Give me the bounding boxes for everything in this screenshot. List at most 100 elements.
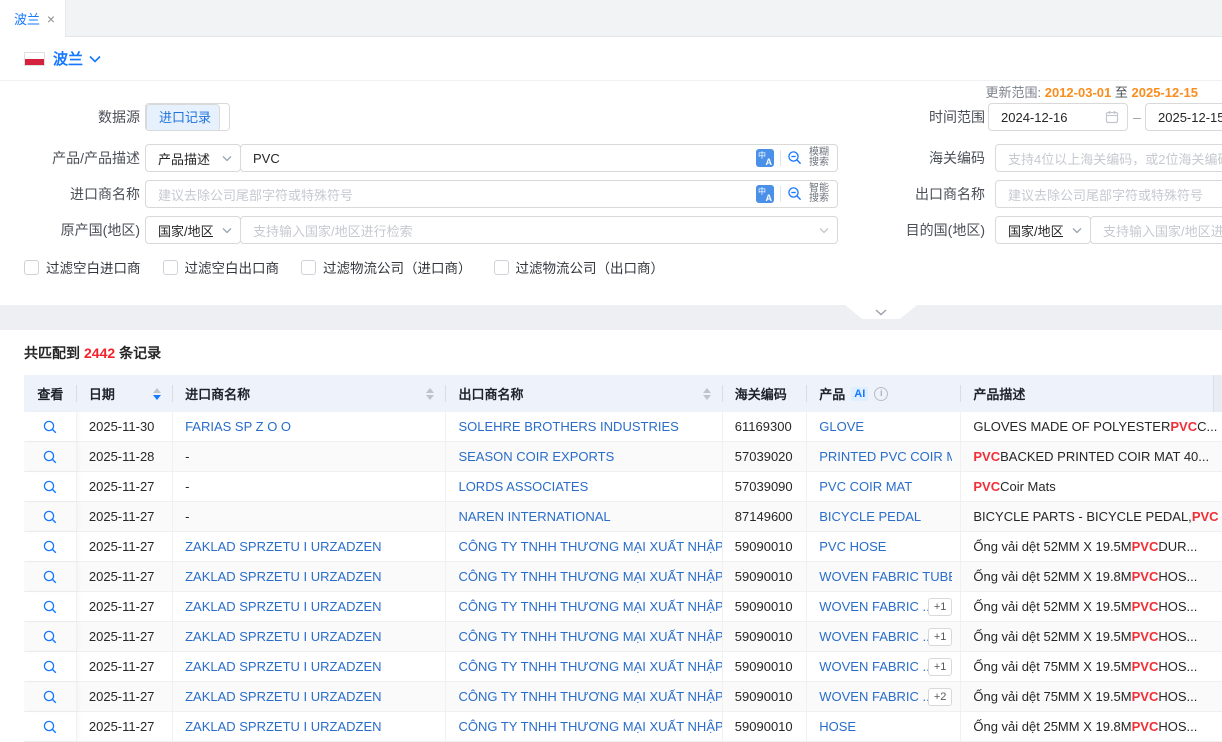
view-detail-search-icon[interactable] [42,569,58,585]
product-search-input[interactable]: PVC 中A 模糊搜索 [240,144,838,172]
view-detail-search-icon[interactable] [42,509,58,525]
destination-country-input[interactable]: 支持输入国家/地区进行检索 [1090,216,1222,244]
checkbox-icon[interactable] [494,260,509,275]
destination-country-select[interactable]: 国家/地区 [995,216,1091,244]
col-importer[interactable]: 进口商名称 [173,375,446,412]
sort-caret-down-icon[interactable] [703,395,711,400]
view-cell[interactable] [24,682,77,711]
view-cell[interactable] [24,622,77,651]
checkbox-icon[interactable] [163,260,178,275]
view-detail-search-icon[interactable] [42,449,58,465]
importer-name-input[interactable]: 建议去除公司尾部字符或特殊符号 中A 智能搜索 [145,180,838,208]
info-icon[interactable]: i [874,387,888,401]
row-importer[interactable]: - [185,449,189,464]
row-exporter[interactable]: SEASON COIR EXPORTS [458,449,614,464]
view-cell[interactable] [24,532,77,561]
row-product[interactable]: HOSE [819,719,856,734]
view-detail-search-icon[interactable] [42,419,58,435]
row-importer[interactable]: - [185,479,189,494]
row-product[interactable]: WOVEN FABRIC TUBE [819,569,952,584]
origin-country-input[interactable]: 支持输入国家/地区进行检索 [240,216,838,244]
importer-sorter[interactable] [426,388,434,400]
row-importer[interactable]: ZAKLAD SPRZETU I URZADZEN [185,659,381,674]
checkbox-filter-blank-exporter[interactable]: 过滤空白出口商 [163,257,280,277]
date-sorter[interactable] [153,388,161,400]
sort-caret-down-icon[interactable] [426,395,434,400]
origin-country-select[interactable]: 国家/地区 [145,216,241,244]
tab-poland[interactable]: 波兰 × [0,0,66,37]
product-extra-badge[interactable]: +1 [928,598,953,616]
fuzzy-search-label[interactable]: 模糊搜索 [809,148,829,168]
sort-caret-up-icon[interactable] [703,388,711,393]
checkbox-icon[interactable] [301,260,316,275]
row-importer[interactable]: ZAKLAD SPRZETU I URZADZEN [185,719,381,734]
row-importer[interactable]: - [185,509,189,524]
view-cell[interactable] [24,592,77,621]
view-cell[interactable] [24,472,77,501]
translate-icon[interactable]: 中A [756,149,774,167]
row-importer[interactable]: ZAKLAD SPRZETU I URZADZEN [185,539,381,554]
view-detail-search-icon[interactable] [42,599,58,615]
view-detail-search-icon[interactable] [42,689,58,705]
date-from-input[interactable]: 2024-12-16 [988,103,1128,131]
row-product[interactable]: WOVEN FABRIC ... [819,689,928,704]
checkbox-filter-logistics-importer[interactable]: 过滤物流公司（进口商） [301,257,472,277]
exporter-name-input[interactable]: 建议去除公司尾部字符或特殊符号 [995,180,1222,208]
translate-icon[interactable]: 中A [756,185,774,203]
product-extra-badge[interactable]: +1 [928,658,953,676]
view-detail-search-icon[interactable] [42,719,58,735]
view-cell[interactable] [24,652,77,681]
row-importer[interactable]: ZAKLAD SPRZETU I URZADZEN [185,599,381,614]
row-product[interactable]: PRINTED PVC COIR M... [819,449,952,464]
sort-caret-down-icon[interactable] [153,395,161,400]
row-exporter[interactable]: NAREN INTERNATIONAL [458,509,610,524]
product-extra-badge[interactable]: +2 [928,688,953,706]
row-product[interactable]: WOVEN FABRIC ... [819,599,928,614]
row-exporter[interactable]: CÔNG TY TNHH THƯƠNG MẠI XUẤT NHẬP... [458,629,722,644]
row-product[interactable]: BICYCLE PEDAL [819,509,921,524]
row-product[interactable]: GLOVE [819,419,864,434]
sort-caret-up-icon[interactable] [153,388,161,393]
checkbox-filter-logistics-exporter[interactable]: 过滤物流公司（出口商） [494,257,665,277]
tab-close-icon[interactable]: × [47,12,55,26]
col-exporter[interactable]: 出口商名称 [446,375,722,412]
row-exporter[interactable]: CÔNG TY TNHH THƯƠNG MẠI XUẤT NHẬP... [458,719,722,734]
chevron-down-icon[interactable] [89,55,101,63]
exporter-sorter[interactable] [703,388,711,400]
product-extra-badge[interactable]: +1 [928,628,953,646]
col-date[interactable]: 日期 [77,375,173,412]
row-exporter[interactable]: SOLEHRE BROTHERS INDUSTRIES [458,419,678,434]
hs-code-input[interactable]: 支持4位以上海关编码，或2位海关编码加 [995,144,1222,172]
checkbox-icon[interactable] [24,260,39,275]
row-exporter[interactable]: CÔNG TY TNHH THƯƠNG MẠI XUẤT NHẬP... [458,689,722,704]
checkbox-filter-blank-importer[interactable]: 过滤空白进口商 [24,257,141,277]
row-exporter[interactable]: LORDS ASSOCIATES [458,479,588,494]
sort-caret-up-icon[interactable] [426,388,434,393]
view-detail-search-icon[interactable] [42,479,58,495]
row-importer[interactable]: ZAKLAD SPRZETU I URZADZEN [185,689,381,704]
radio-import-records[interactable]: 进口记录 [146,104,220,131]
row-importer[interactable]: ZAKLAD SPRZETU I URZADZEN [185,629,381,644]
row-product[interactable]: WOVEN FABRIC ... [819,629,928,644]
scrollbar-gutter[interactable] [1213,375,1222,412]
row-importer[interactable]: ZAKLAD SPRZETU I URZADZEN [185,569,381,584]
view-cell[interactable] [24,712,77,741]
smart-search-label[interactable]: 智能搜索 [809,184,829,204]
country-name[interactable]: 波兰 [53,48,83,69]
view-detail-search-icon[interactable] [42,539,58,555]
date-to-input[interactable]: 2025-12-15 [1145,103,1222,131]
view-cell[interactable] [24,442,77,471]
smart-search-icon[interactable] [787,186,803,202]
view-detail-search-icon[interactable] [42,629,58,645]
view-cell[interactable] [24,562,77,591]
row-product[interactable]: PVC HOSE [819,539,886,554]
fuzzy-search-icon[interactable] [787,150,803,166]
row-product[interactable]: PVC COIR MAT [819,479,912,494]
product-type-select[interactable]: 产品描述 [145,144,241,172]
row-importer[interactable]: FARIAS SP Z O O [185,419,291,434]
view-cell[interactable] [24,412,77,441]
row-exporter[interactable]: CÔNG TY TNHH THƯƠNG MẠI XUẤT NHẬP... [458,599,722,614]
row-exporter[interactable]: CÔNG TY TNHH THƯƠNG MẠI XUẤT NHẬP... [458,569,722,584]
view-cell[interactable] [24,502,77,531]
row-product[interactable]: WOVEN FABRIC ... [819,659,928,674]
